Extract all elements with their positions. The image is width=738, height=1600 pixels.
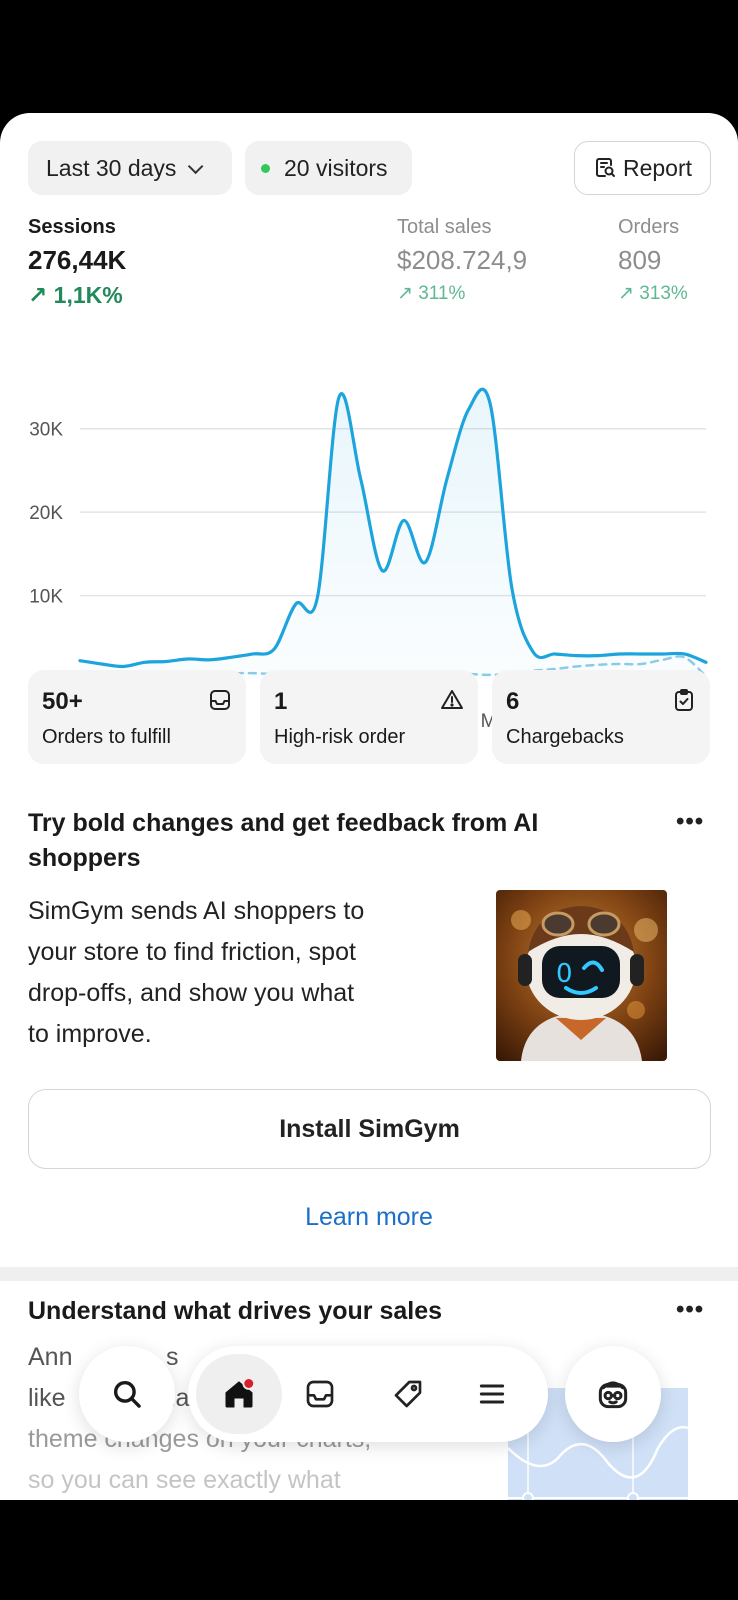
live-visitors-pill[interactable]: 20 visitors: [245, 141, 412, 195]
live-dot-icon: [261, 163, 270, 173]
chevron-down-icon: [188, 158, 204, 174]
clipboard-check-icon: [675, 689, 693, 711]
promo-title-line1: Try bold changes and get feedback from A…: [28, 809, 539, 837]
insights-more-button[interactable]: •••: [676, 1296, 704, 1324]
warning-icon: [441, 690, 463, 709]
orders-metric[interactable]: Orders 809 ↗ 313%: [618, 216, 688, 305]
promo-body-line: to improve.: [28, 1020, 152, 1048]
total-sales-metric[interactable]: Total sales $208.724,9 ↗ 311%: [397, 216, 527, 305]
inbox-icon: [210, 690, 230, 710]
tab-products[interactable]: [388, 1374, 428, 1414]
promo-body: SimGym sends AI shoppers to your store t…: [28, 891, 364, 1055]
inbox-icon: [306, 1380, 334, 1408]
y-tick-label: 10K: [29, 587, 63, 608]
promo-body-line: your store to find friction, spot: [28, 938, 356, 966]
search-icon: [113, 1380, 141, 1408]
orders-value: 809: [618, 245, 662, 275]
promo-more-button[interactable]: •••: [676, 808, 704, 836]
svg-text:0: 0: [556, 959, 573, 989]
promo-body-line: drop-offs, and show you what: [28, 979, 355, 1007]
report-icon: [595, 158, 615, 177]
report-label: Report: [622, 154, 693, 181]
insights-body-line: so you can see exactly what: [28, 1466, 341, 1494]
high-risk-order-count: 1: [274, 688, 288, 715]
orders-label: Orders: [618, 216, 680, 238]
menu-icon: [479, 1384, 505, 1404]
date-range-label: Last 30 days: [46, 154, 177, 181]
sessions-metric[interactable]: Sessions 276,44K ↗ 1,1K%: [28, 216, 126, 309]
total-sales-label: Total sales: [397, 216, 492, 238]
home-icon: [225, 1377, 256, 1408]
promo-title-line2: shoppers: [28, 844, 141, 872]
simgym-robot-image: 0: [496, 890, 667, 1061]
learn-more-link[interactable]: Learn more: [0, 1203, 738, 1232]
tab-menu[interactable]: [472, 1374, 512, 1414]
search-button[interactable]: [79, 1346, 175, 1442]
visitors-label: 20 visitors: [284, 154, 388, 181]
report-button[interactable]: Report: [574, 141, 711, 195]
orders-change: ↗ 313%: [618, 283, 688, 304]
install-simgym-button[interactable]: Install SimGym: [28, 1089, 711, 1169]
high-risk-order-card[interactable]: 1 High-risk order: [260, 670, 478, 764]
tab-home[interactable]: [196, 1354, 282, 1434]
tab-orders[interactable]: [300, 1374, 340, 1414]
chargebacks-label: Chargebacks: [506, 726, 624, 748]
total-sales-change: ↗ 311%: [397, 283, 466, 304]
sessions-change: ↗ 1,1K%: [28, 282, 123, 308]
orders-to-fulfill-card[interactable]: 50+ Orders to fulfill: [28, 670, 246, 764]
insights-title: Understand what drives your sales: [28, 1297, 443, 1325]
sessions-area: [80, 389, 706, 679]
y-tick-label: 20K: [29, 503, 63, 524]
date-range-dropdown[interactable]: Last 30 days: [28, 141, 232, 195]
high-risk-order-label: High-risk order: [274, 726, 406, 748]
promo-body-line: SimGym sends AI shoppers to: [28, 897, 365, 925]
tag-icon: [394, 1380, 422, 1408]
sidekick-icon: [598, 1381, 628, 1409]
sessions-value: 276,44K: [28, 245, 127, 275]
home-screen: Last 30 days 20 visitors Report Sessions…: [0, 113, 738, 1500]
sidekick-button[interactable]: [565, 1346, 661, 1442]
insights-body-fragment: Ann: [28, 1343, 73, 1371]
orders-to-fulfill-count: 50+: [42, 688, 83, 715]
bottom-tab-bar: [188, 1346, 548, 1442]
section-divider: [0, 1267, 738, 1281]
orders-to-fulfill-label: Orders to fulfill: [42, 726, 171, 748]
chargebacks-count: 6: [506, 688, 520, 715]
system-gesture-area: [0, 1500, 738, 1600]
insights-body-fragment: like: [28, 1384, 66, 1412]
total-sales-value: $208.724,9: [397, 245, 528, 275]
sessions-label: Sessions: [28, 216, 116, 238]
y-tick-label: 30K: [29, 420, 63, 441]
chargebacks-card[interactable]: 6 Chargebacks: [492, 670, 710, 764]
